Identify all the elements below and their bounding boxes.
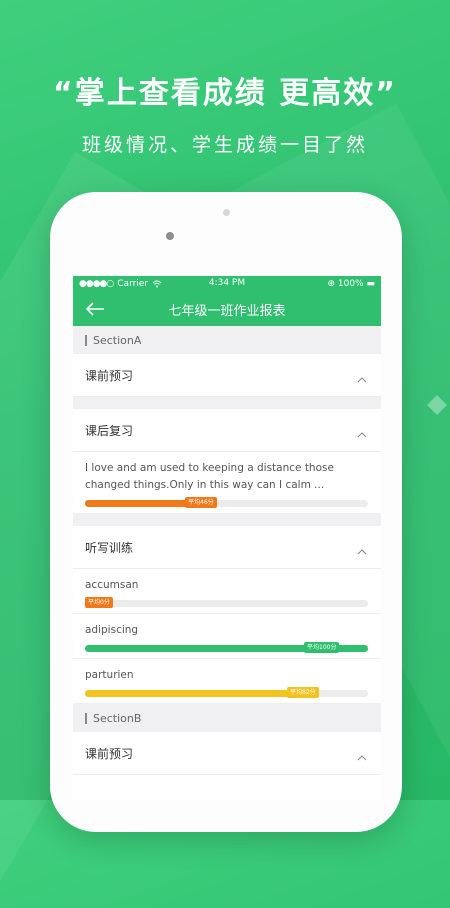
chevron-up-icon[interactable]	[357, 427, 367, 438]
progress-track: 平均0分	[85, 597, 368, 608]
group-divider	[73, 514, 381, 526]
average-score-badge: 平均100分	[304, 642, 340, 653]
chevron-up-icon[interactable]	[357, 544, 367, 555]
group-header[interactable]: 课后复习	[73, 409, 381, 452]
section-marker	[85, 334, 87, 346]
list-item[interactable]: parturien 平均82分	[73, 659, 381, 704]
average-score-badge: 平均46分	[185, 497, 217, 508]
group-header[interactable]: 课前预习	[73, 732, 381, 775]
list-item[interactable]: I love and am used to keeping a distance…	[73, 452, 381, 514]
section-header: SectionB	[73, 704, 381, 732]
promo-subline: 班级情况、学生成绩一目了然	[81, 134, 368, 156]
page-title: 七年级一班作业报表	[168, 303, 286, 319]
list-item[interactable]: accumsan 平均0分	[73, 569, 381, 614]
progress-track: 平均82分	[85, 687, 368, 698]
chevron-up-icon[interactable]	[357, 372, 367, 383]
chevron-up-icon[interactable]	[357, 750, 367, 761]
item-text: accumsan	[85, 579, 139, 591]
app-screen: ●●●●○ Carrier 4:34 PM ⊕ 100% ▬ 七年级一班作业报表…	[73, 276, 381, 800]
average-score-badge: 平均0分	[85, 597, 113, 608]
phone-camera	[166, 232, 174, 240]
group-header[interactable]: 课前预习	[73, 354, 381, 397]
group-divider	[73, 397, 381, 409]
average-score-badge: 平均82分	[287, 687, 319, 698]
section-marker	[85, 712, 87, 724]
progress-fill	[85, 690, 318, 697]
group-title: 课前预习	[85, 368, 134, 383]
report-list: SectionA 课前预习 课后复习 I love and am used to ke…	[73, 326, 381, 775]
item-text: parturien	[85, 669, 134, 681]
section-header: SectionA	[73, 326, 381, 354]
group-title: 听写训练	[85, 540, 134, 555]
back-arrow-icon[interactable]	[85, 300, 105, 318]
progress-track: 平均46分	[85, 497, 368, 508]
item-text: adipiscing	[85, 624, 139, 636]
nav-bar: 七年级一班作业报表	[73, 292, 381, 326]
list-item[interactable]: adipiscing 平均100分	[73, 614, 381, 659]
item-text: I love and am used to keeping a distance…	[85, 462, 334, 491]
section-title: SectionA	[93, 333, 142, 347]
section-title: SectionB	[93, 711, 142, 725]
status-bar: ●●●●○ Carrier 4:34 PM ⊕ 100% ▬	[73, 276, 381, 292]
group-title: 课后复习	[85, 423, 134, 438]
status-time: 4:34 PM	[208, 278, 246, 288]
progress-track: 平均100分	[85, 642, 368, 653]
promo-headline: “掌上查看成绩 更高效”	[53, 76, 397, 111]
group-header[interactable]: 听写训练	[73, 526, 381, 569]
phone-speaker	[223, 209, 230, 216]
group-title: 课前预习	[85, 746, 134, 761]
